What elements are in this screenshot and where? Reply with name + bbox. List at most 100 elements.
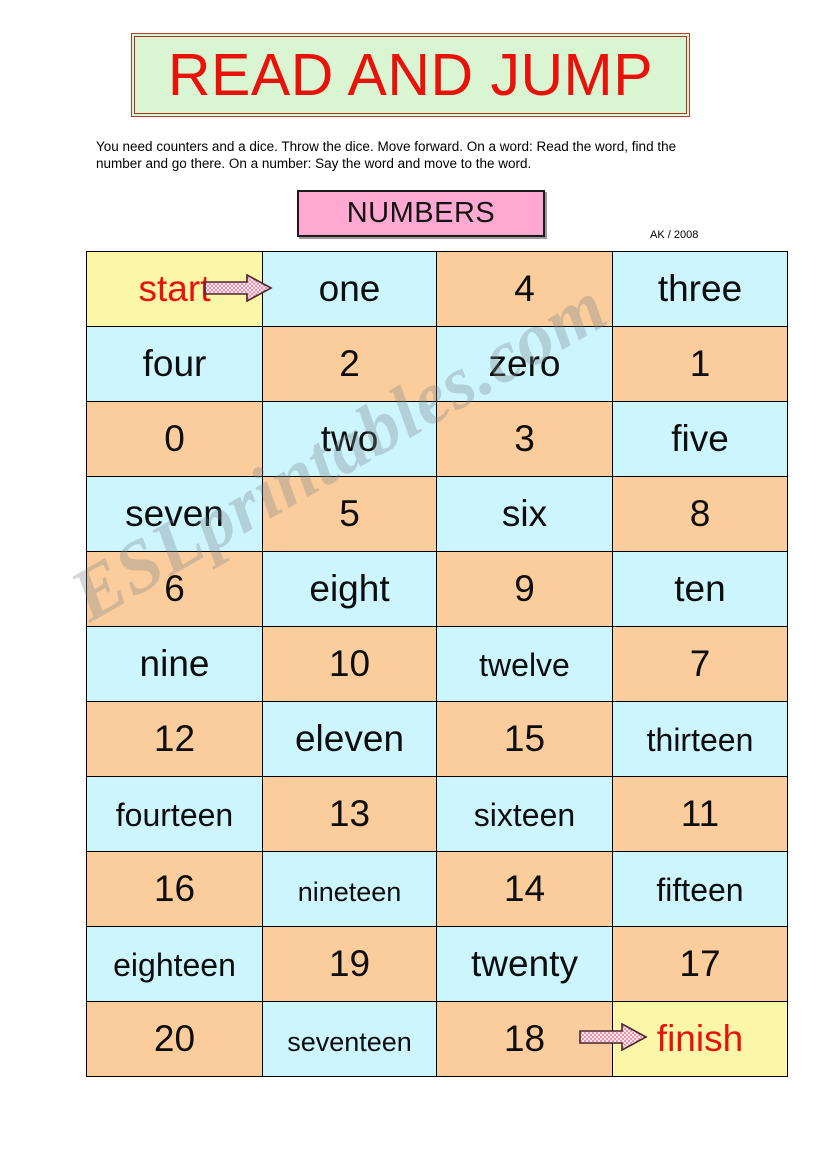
board-cell[interactable]: twelve bbox=[436, 626, 613, 702]
board-cell-label: one bbox=[318, 268, 381, 309]
board-cell[interactable]: 7 bbox=[612, 626, 788, 702]
board-cell[interactable]: seven bbox=[86, 476, 263, 552]
board-cell[interactable]: 16 bbox=[86, 851, 263, 927]
board-row: 12 eleven 15 thirteen bbox=[86, 701, 788, 777]
board-cell[interactable]: fifteen bbox=[612, 851, 788, 927]
board-cell[interactable]: twenty bbox=[436, 926, 613, 1002]
board-row: 0 two 3 five bbox=[86, 401, 788, 477]
board-cell[interactable]: 18 bbox=[436, 1001, 613, 1077]
board-cell[interactable]: nine bbox=[86, 626, 263, 702]
board-cell-label: eighteen bbox=[113, 947, 236, 983]
board-cell[interactable]: five bbox=[612, 401, 788, 477]
game-board-body: start one 4 three four 2 zero 1 0 two 3 five seven 5 s… bbox=[86, 251, 788, 1077]
board-cell[interactable]: seventeen bbox=[262, 1001, 437, 1077]
board-cell-label: five bbox=[671, 418, 729, 459]
board-cell-label: four bbox=[142, 343, 207, 384]
board-cell[interactable]: 6 bbox=[86, 551, 263, 627]
board-cell[interactable]: 10 bbox=[262, 626, 437, 702]
board-row: eighteen 19 twenty 17 bbox=[86, 926, 788, 1002]
game-board: start one 4 three four 2 zero 1 0 two 3 five seven 5 s… bbox=[86, 251, 788, 1077]
board-cell-label: zero bbox=[488, 343, 561, 384]
board-cell[interactable]: two bbox=[262, 401, 437, 477]
board-cell-label: two bbox=[320, 418, 379, 459]
board-cell-label: 6 bbox=[164, 568, 185, 609]
board-cell-label: twenty bbox=[471, 943, 578, 984]
board-cell[interactable]: eight bbox=[262, 551, 437, 627]
board-cell[interactable]: ten bbox=[612, 551, 788, 627]
board-cell-label: six bbox=[501, 493, 548, 534]
board-cell-label: fifteen bbox=[656, 872, 744, 908]
board-cell-label: 11 bbox=[680, 793, 720, 834]
board-cell[interactable]: thirteen bbox=[612, 701, 788, 777]
board-cell-label: nine bbox=[139, 643, 210, 684]
board-cell[interactable]: 11 bbox=[612, 776, 788, 852]
board-cell-label: 2 bbox=[339, 343, 360, 384]
board-cell-label: start bbox=[138, 268, 211, 309]
board-cell[interactable]: zero bbox=[436, 326, 613, 402]
board-row: seven 5 six 8 bbox=[86, 476, 788, 552]
title-banner-inner: READ AND JUMP bbox=[134, 36, 687, 114]
board-cell-label: eight bbox=[309, 568, 390, 609]
board-cell[interactable]: 13 bbox=[262, 776, 437, 852]
board-cell-label: 8 bbox=[689, 493, 711, 534]
board-cell[interactable]: six bbox=[436, 476, 613, 552]
board-cell[interactable]: four bbox=[86, 326, 263, 402]
board-cell[interactable]: 9 bbox=[436, 551, 613, 627]
board-cell-label: 9 bbox=[514, 568, 535, 609]
title-banner: READ AND JUMP bbox=[131, 33, 690, 117]
board-cell-label: 1 bbox=[689, 343, 711, 384]
board-cell[interactable]: nineteen bbox=[262, 851, 437, 927]
board-cell[interactable]: 8 bbox=[612, 476, 788, 552]
board-cell[interactable]: 19 bbox=[262, 926, 437, 1002]
board-cell[interactable]: finish bbox=[612, 1001, 788, 1077]
board-row: start one 4 three bbox=[86, 251, 788, 327]
subtitle-label: NUMBERS bbox=[346, 197, 496, 229]
board-cell[interactable]: eighteen bbox=[86, 926, 263, 1002]
board-cell[interactable]: 3 bbox=[436, 401, 613, 477]
board-cell-label: ten bbox=[674, 568, 726, 609]
board-row: four 2 zero 1 bbox=[86, 326, 788, 402]
board-cell-label: 4 bbox=[514, 268, 535, 309]
board-cell-label: 3 bbox=[514, 418, 535, 459]
board-cell-label: 13 bbox=[328, 793, 371, 834]
board-cell[interactable]: 0 bbox=[86, 401, 263, 477]
board-cell-label: 18 bbox=[503, 1018, 546, 1059]
board-cell-label: sixteen bbox=[473, 797, 576, 833]
subtitle-box: NUMBERS bbox=[297, 190, 545, 237]
board-cell-label: twelve bbox=[479, 647, 570, 683]
board-cell[interactable]: 14 bbox=[436, 851, 613, 927]
board-cell[interactable]: 5 bbox=[262, 476, 437, 552]
board-cell[interactable]: 4 bbox=[436, 251, 613, 327]
board-cell[interactable]: one bbox=[262, 251, 437, 327]
board-cell-label: 5 bbox=[339, 493, 360, 534]
board-cell[interactable]: three bbox=[612, 251, 788, 327]
board-cell-label: 16 bbox=[153, 868, 196, 909]
board-cell[interactable]: eleven bbox=[262, 701, 437, 777]
board-cell-label: seven bbox=[125, 493, 224, 534]
board-cell[interactable]: 17 bbox=[612, 926, 788, 1002]
board-cell[interactable]: 1 bbox=[612, 326, 788, 402]
board-cell[interactable]: sixteen bbox=[436, 776, 613, 852]
board-cell-label: three bbox=[657, 268, 743, 309]
page-title: READ AND JUMP bbox=[167, 41, 654, 108]
board-cell-label: fourteen bbox=[115, 797, 234, 833]
board-cell[interactable]: 15 bbox=[436, 701, 613, 777]
board-cell[interactable]: 20 bbox=[86, 1001, 263, 1077]
board-cell-label: thirteen bbox=[646, 722, 754, 758]
board-row: fourteen 13 sixteen 11 bbox=[86, 776, 788, 852]
board-cell[interactable]: 2 bbox=[262, 326, 437, 402]
board-cell[interactable]: start bbox=[86, 251, 263, 327]
board-row: nine 10 twelve 7 bbox=[86, 626, 788, 702]
board-cell-label: seventeen bbox=[287, 1027, 412, 1057]
board-cell-label: 20 bbox=[153, 1018, 196, 1059]
board-cell-label: 12 bbox=[153, 718, 196, 759]
board-cell[interactable]: fourteen bbox=[86, 776, 263, 852]
board-cell-label: 7 bbox=[689, 643, 711, 684]
board-cell-label: 17 bbox=[679, 943, 721, 984]
board-cell-label: 14 bbox=[503, 868, 546, 909]
board-cell[interactable]: 12 bbox=[86, 701, 263, 777]
board-cell-label: 15 bbox=[503, 718, 546, 759]
credit-label: AK / 2008 bbox=[650, 229, 699, 241]
board-row: 6 eight 9 ten bbox=[86, 551, 788, 627]
board-cell-label: 10 bbox=[328, 643, 371, 684]
